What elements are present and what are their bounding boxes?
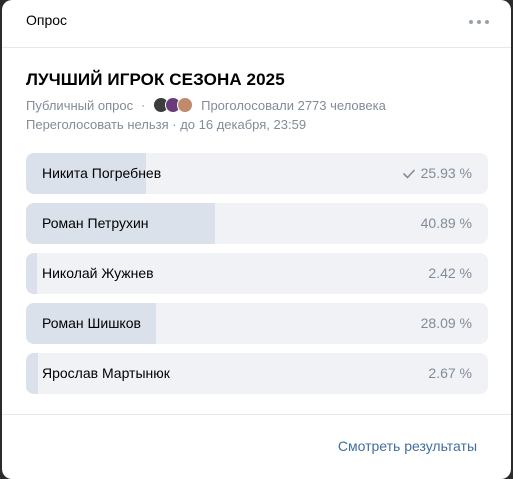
voter-avatars[interactable] — [153, 97, 194, 113]
poll-option[interactable]: Николай Жужнев 2.42 % — [26, 253, 488, 294]
avatar — [177, 97, 194, 113]
option-label: Роман Петрухин — [42, 215, 149, 231]
option-label: Роман Шишков — [42, 315, 141, 331]
option-percent-value: 40.89 % — [420, 215, 472, 231]
option-percent: 28.09 % — [421, 315, 472, 332]
option-percent: 2.67 % — [428, 365, 472, 382]
poll-header: Опрос — [2, 0, 511, 48]
poll-option[interactable]: Никита Погребнев 25.93 % — [26, 153, 488, 194]
option-percent: 40.89 % — [421, 215, 472, 232]
poll-option[interactable]: Ярослав Мартынюк 2.67 % — [26, 353, 488, 394]
option-percent-value: 2.42 % — [428, 265, 472, 281]
poll-meta: Публичный опрос · Проголосовали 2773 чел… — [26, 96, 386, 114]
more-dot-icon — [485, 20, 489, 24]
option-label: Никита Погребнев — [42, 165, 162, 181]
view-results-label: Смотреть результаты — [337, 438, 477, 454]
more-dot-icon — [469, 20, 473, 24]
option-label: Ярослав Мартынюк — [42, 365, 170, 381]
option-label: Николай Жужнев — [42, 265, 154, 281]
option-fill-bar — [26, 253, 38, 294]
view-results-button[interactable]: Смотреть результаты — [338, 438, 477, 454]
option-percent: 2.42 % — [428, 265, 472, 282]
option-percent-value: 28.09 % — [420, 315, 472, 331]
poll-type-label: Публичный опрос — [26, 97, 134, 113]
more-options-button[interactable] — [469, 14, 489, 30]
footer-divider — [2, 414, 511, 415]
option-percent-value: 25.93 % — [420, 165, 472, 181]
header-title: Опрос — [26, 12, 68, 28]
poll-option[interactable]: Роман Петрухин 40.89 % — [26, 203, 488, 244]
more-dot-icon — [477, 20, 481, 24]
poll-title: ЛУЧШИЙ ИГРОК СЕЗОНА 2025 — [26, 70, 285, 89]
revote-info: Переголосовать нельзя · до 16 декабря, 2… — [26, 117, 307, 132]
poll-card: Опрос ЛУЧШИЙ ИГРОК СЕЗОНА 2025 Публичный… — [2, 0, 511, 479]
poll-option[interactable]: Роман Шишков 28.09 % — [26, 303, 488, 344]
option-percent: 25.93 % — [402, 165, 472, 182]
check-icon — [402, 169, 415, 178]
option-fill-bar — [26, 353, 39, 394]
meta-separator: · — [141, 98, 146, 112]
option-percent-value: 2.67 % — [428, 365, 472, 381]
voted-count[interactable]: Проголосовали 2773 человека — [201, 98, 386, 113]
